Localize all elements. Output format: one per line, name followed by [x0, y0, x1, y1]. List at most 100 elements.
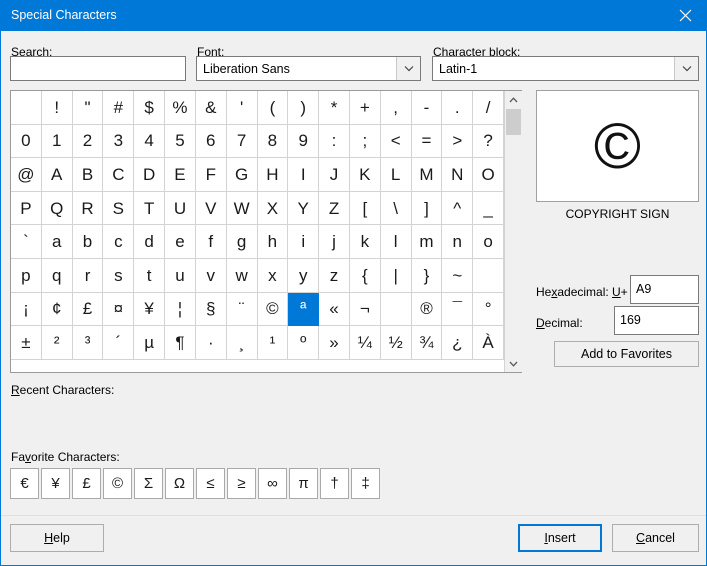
favorite-character-item[interactable]: ≤ [196, 468, 225, 499]
character-cell[interactable]: 9 [288, 124, 320, 159]
character-cell[interactable]: « [319, 292, 350, 327]
character-cell[interactable]: \ [380, 191, 412, 226]
character-cell[interactable]: $ [134, 91, 166, 125]
character-cell[interactable]: 1 [41, 124, 73, 159]
chevron-down-icon[interactable] [674, 57, 698, 80]
character-cell[interactable]: A [41, 158, 73, 192]
chevron-up-icon[interactable] [505, 91, 522, 108]
scrollbar-thumb[interactable] [506, 109, 521, 135]
character-cell[interactable]: º [288, 326, 320, 360]
character-cell[interactable]: t [134, 258, 166, 293]
character-cell[interactable]: g [226, 225, 258, 259]
character-cell[interactable]: ' [226, 91, 258, 125]
character-cell[interactable]: w [226, 258, 258, 293]
character-cell[interactable]: * [319, 91, 350, 125]
character-cell[interactable]: P [11, 191, 42, 226]
character-cell[interactable]: E [165, 158, 196, 192]
favorite-character-item[interactable]: Σ [134, 468, 163, 499]
character-cell[interactable]: ? [473, 124, 504, 159]
character-cell[interactable]: U [165, 191, 196, 226]
character-cell[interactable]: ` [11, 225, 42, 259]
add-to-favorites-button[interactable]: Add to Favorites [554, 341, 699, 367]
cancel-button[interactable]: Cancel [612, 524, 699, 552]
character-cell[interactable]: W [226, 191, 258, 226]
character-cell[interactable]: £ [72, 292, 104, 327]
character-cell[interactable]: e [165, 225, 196, 259]
favorite-character-item[interactable]: ¥ [41, 468, 70, 499]
character-cell[interactable]: ¯ [442, 292, 474, 327]
character-cell[interactable]: L [380, 158, 412, 192]
favorite-character-item[interactable]: £ [72, 468, 101, 499]
character-cell[interactable]: z [319, 258, 350, 293]
character-cell[interactable]: o [473, 225, 504, 259]
character-cell[interactable]: ¦ [165, 292, 196, 327]
character-cell[interactable]: § [195, 292, 227, 327]
character-cell[interactable]: Y [288, 191, 320, 226]
chevron-down-icon[interactable] [505, 355, 522, 372]
character-cell[interactable]: H [257, 158, 289, 192]
close-icon[interactable] [662, 0, 706, 31]
character-cell[interactable]: F [195, 158, 227, 192]
character-cell[interactable]: : [319, 124, 350, 159]
character-cell[interactable]: 6 [195, 124, 227, 159]
character-cell[interactable]: ¬ [349, 292, 381, 327]
character-cell[interactable]: G [226, 158, 258, 192]
character-cell[interactable]: f [195, 225, 227, 259]
character-cell[interactable]: ¿ [442, 326, 474, 360]
character-cell[interactable]: ¢ [41, 292, 73, 327]
character-cell[interactable] [380, 292, 412, 327]
character-cell[interactable]: X [257, 191, 289, 226]
character-cell[interactable]: ¼ [349, 326, 381, 360]
favorite-character-item[interactable]: € [10, 468, 39, 499]
character-cell[interactable]: © [257, 292, 289, 327]
character-cell[interactable]: / [473, 91, 504, 125]
character-cell[interactable]: ) [288, 91, 320, 125]
character-cell[interactable]: j [319, 225, 350, 259]
character-cell[interactable]: r [72, 258, 104, 293]
character-cell[interactable]: } [411, 258, 443, 293]
character-cell[interactable]: > [442, 124, 474, 159]
character-cell[interactable]: ; [349, 124, 381, 159]
character-cell[interactable]: 2 [72, 124, 104, 159]
favorite-character-item[interactable]: Ω [165, 468, 194, 499]
character-cell[interactable]: O [473, 158, 504, 192]
font-combo[interactable]: Liberation Sans [196, 56, 421, 81]
character-cell[interactable]: h [257, 225, 289, 259]
character-cell[interactable]: u [165, 258, 196, 293]
character-cell[interactable]: B [72, 158, 104, 192]
character-cell[interactable]: ® [411, 292, 443, 327]
character-cell[interactable]: µ [134, 326, 166, 360]
favorite-character-item[interactable]: ≥ [227, 468, 256, 499]
character-cell[interactable]: ! [41, 91, 73, 125]
help-button[interactable]: Help [10, 524, 104, 552]
character-cell[interactable]: ¶ [165, 326, 196, 360]
character-cell[interactable]: k [349, 225, 381, 259]
character-cell[interactable]: D [134, 158, 166, 192]
character-cell[interactable]: 7 [226, 124, 258, 159]
character-cell[interactable]: c [103, 225, 135, 259]
character-cell[interactable]: V [195, 191, 227, 226]
character-cell[interactable]: | [380, 258, 412, 293]
character-cell[interactable]: ] [411, 191, 443, 226]
character-cell[interactable]: y [288, 258, 320, 293]
character-cell[interactable]: ² [41, 326, 73, 360]
character-cell[interactable]: ¥ [134, 292, 166, 327]
character-cell[interactable]: Q [41, 191, 73, 226]
character-cell[interactable]: 3 [103, 124, 135, 159]
character-cell[interactable]: < [380, 124, 412, 159]
character-cell[interactable]: ¡ [11, 292, 42, 327]
character-cell[interactable]: M [411, 158, 443, 192]
character-block-combo[interactable]: Latin-1 [432, 56, 699, 81]
character-cell[interactable]: & [195, 91, 227, 125]
insert-button[interactable]: Insert [518, 524, 602, 552]
character-cell[interactable]: ^ [442, 191, 474, 226]
character-cell[interactable]: ¹ [257, 326, 289, 360]
character-cell[interactable]: n [442, 225, 474, 259]
character-cell[interactable] [473, 258, 504, 293]
character-cell[interactable]: S [103, 191, 135, 226]
character-cell[interactable]: ( [257, 91, 289, 125]
hexadecimal-field[interactable]: A9 [630, 275, 699, 304]
character-cell[interactable]: » [319, 326, 350, 360]
character-cell[interactable]: b [72, 225, 104, 259]
character-grid-scrollbar[interactable] [504, 91, 522, 372]
